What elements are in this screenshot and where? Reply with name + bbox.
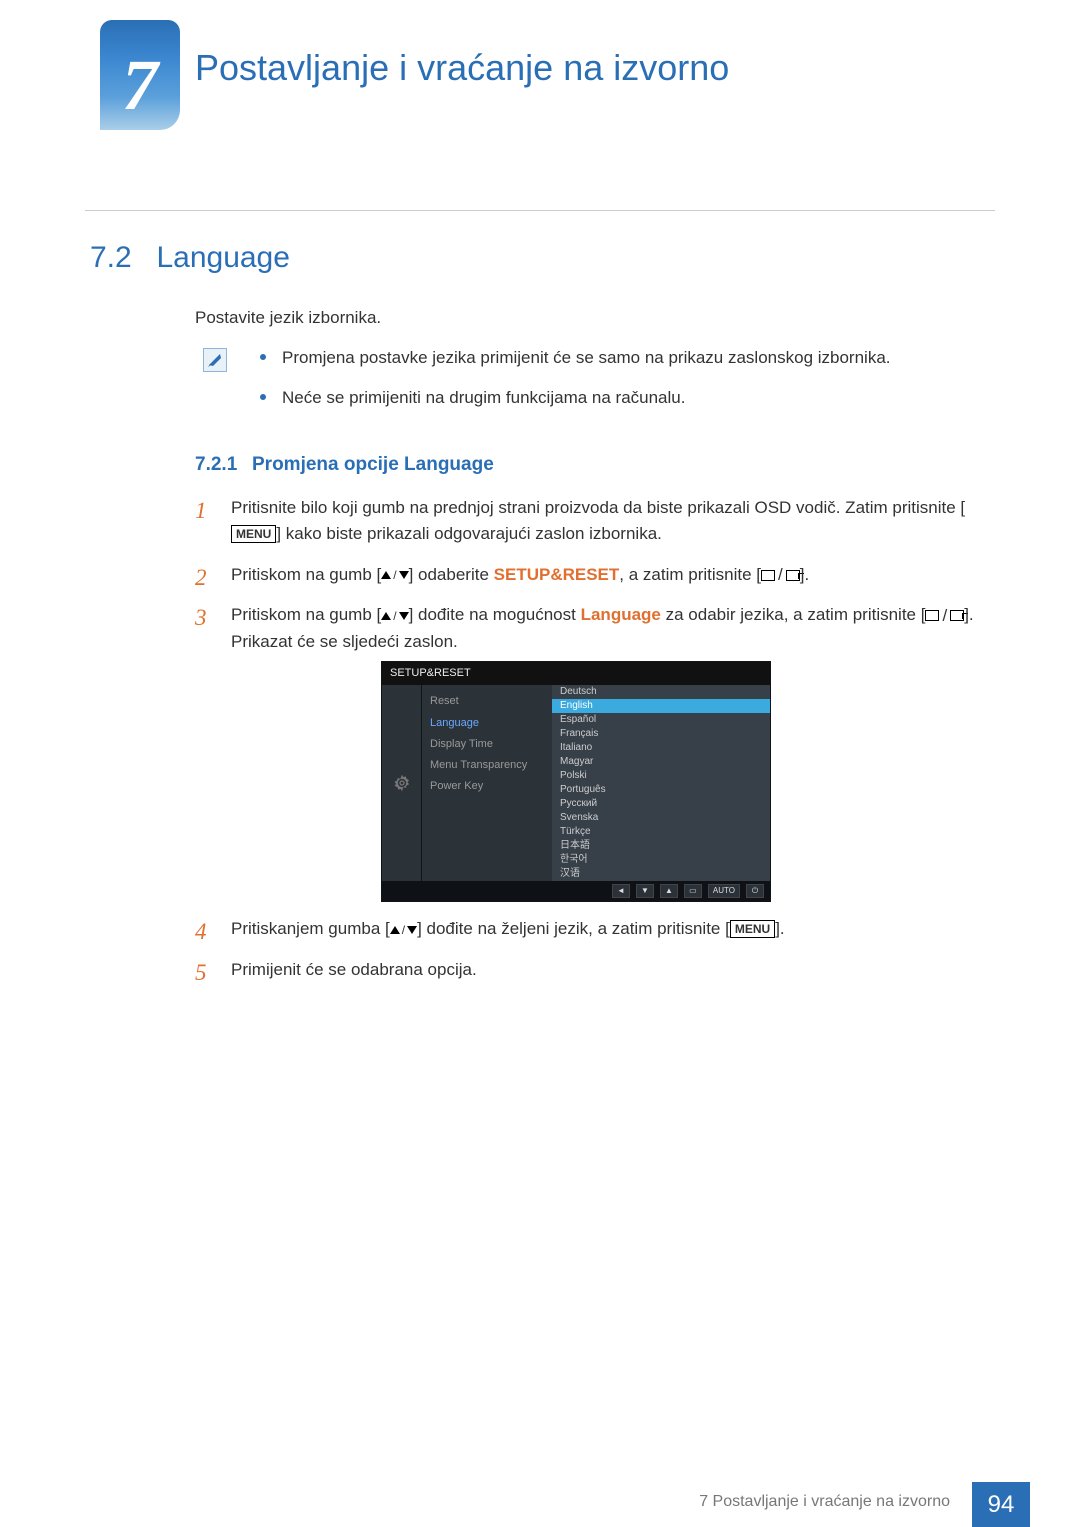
note-item: Promjena postavke jezika primijenit će s… — [260, 345, 990, 371]
osd-up-icon: ▲ — [660, 884, 678, 898]
osd-menu-item: Menu Transparency — [426, 755, 548, 776]
step-text: Pritiskom na gumb [ — [231, 605, 381, 624]
osd-enter-icon: ▭ — [684, 884, 702, 898]
section-title: Language — [156, 241, 289, 274]
step-4: 4 Pritiskanjem gumba [/] dođite na želje… — [195, 916, 990, 942]
source-enter-icon: / — [925, 603, 964, 629]
osd-down-icon: ▼ — [636, 884, 654, 898]
osd-footer: ◄ ▼ ▲ ▭ AUTO ⏻ — [382, 881, 770, 901]
step-number: 1 — [195, 493, 207, 529]
source-enter-icon: / — [761, 562, 800, 588]
step-text: ]. — [800, 565, 809, 584]
highlight: Language — [581, 605, 661, 624]
osd-language-item: Русский — [552, 797, 770, 811]
osd-language-item: Español — [552, 713, 770, 727]
step-text: Pritisnite bilo koji gumb na prednjoj st… — [231, 498, 965, 517]
step-number: 5 — [195, 955, 207, 991]
updown-icon: / — [381, 566, 408, 585]
step-number: 2 — [195, 560, 207, 596]
osd-language-item: 汉语 — [552, 867, 770, 881]
highlight: SETUP&RESET — [494, 565, 620, 584]
subsection-heading: 7.2.1 Promjena opcije Language — [195, 450, 494, 479]
updown-icon: / — [390, 921, 417, 940]
subsection-title: Promjena opcije Language — [252, 454, 494, 475]
step-1: 1 Pritisnite bilo koji gumb na prednjoj … — [195, 495, 990, 548]
step-3: 3 Pritiskom na gumb [/] dođite na mogućn… — [195, 602, 990, 902]
osd-power-icon: ⏻ — [746, 884, 764, 898]
osd-language-list: DeutschEnglishEspañolFrançaisItalianoMag… — [552, 685, 770, 881]
note-icon — [203, 348, 227, 372]
section-heading: 7.2 Language — [90, 235, 290, 282]
steps-list: 1 Pritisnite bilo koji gumb na prednjoj … — [195, 495, 990, 997]
osd-language-item: Français — [552, 727, 770, 741]
menu-button-label: MENU — [231, 525, 276, 543]
step-text: Primijenit će se odabrana opcija. — [231, 960, 477, 979]
page-footer: 7 Postavljanje i vraćanje na izvorno 94 — [0, 1482, 1080, 1527]
osd-language-item: English — [552, 699, 770, 713]
step-number: 4 — [195, 914, 207, 950]
step-text: Pritiskom na gumb [ — [231, 565, 381, 584]
intro-text: Postavite jezik izbornika. — [195, 305, 381, 331]
osd-language-item: Svenska — [552, 811, 770, 825]
note-list: Promjena postavke jezika primijenit će s… — [260, 345, 990, 426]
gear-icon — [382, 685, 422, 881]
osd-menu-item: Power Key — [426, 776, 548, 797]
osd-left-icon: ◄ — [612, 884, 630, 898]
osd-menu: Reset Language Display Time Menu Transpa… — [422, 685, 552, 881]
osd-language-item: Türkçe — [552, 825, 770, 839]
step-text: ] odaberite — [409, 565, 494, 584]
chapter-tab: 7 — [100, 20, 180, 130]
osd-screenshot: SETUP&RESET Reset Language — [381, 661, 771, 902]
osd-language-item: Português — [552, 783, 770, 797]
step-text: Pritiskanjem gumba [ — [231, 919, 390, 938]
chapter-title: Postavljanje i vraćanje na izvorno — [195, 40, 729, 96]
osd-menu-item: Display Time — [426, 734, 548, 755]
osd-language-item: 日本語 — [552, 839, 770, 853]
osd-language-item: 한국어 — [552, 853, 770, 867]
osd-language-item: Polski — [552, 769, 770, 783]
osd-language-item: Deutsch — [552, 685, 770, 699]
footer-text: 7 Postavljanje i vraćanje na izvorno — [699, 1490, 950, 1515]
step-text: ] kako biste prikazali odgovarajući zasl… — [276, 524, 662, 543]
subsection-number: 7.2.1 — [195, 454, 237, 475]
updown-icon: / — [381, 607, 408, 626]
step-text: , a zatim pritisnite [ — [619, 565, 761, 584]
step-5: 5 Primijenit će se odabrana opcija. — [195, 957, 990, 983]
osd-menu-item: Reset — [426, 691, 548, 712]
chapter-number: 7 — [122, 30, 158, 142]
osd-menu-item-selected: Language — [426, 713, 548, 734]
step-number: 3 — [195, 600, 207, 636]
step-2: 2 Pritiskom na gumb [/] odaberite SETUP&… — [195, 562, 990, 589]
osd-title: SETUP&RESET — [382, 662, 770, 685]
step-text: ]. — [775, 919, 784, 938]
osd-auto-label: AUTO — [708, 884, 740, 898]
note-item: Neće se primijeniti na drugim funkcijama… — [260, 385, 990, 411]
step-text: ] dođite na željeni jezik, a zatim priti… — [417, 919, 730, 938]
step-text: ] dođite na mogućnost — [409, 605, 581, 624]
osd-language-item: Italiano — [552, 741, 770, 755]
page-number: 94 — [972, 1482, 1030, 1527]
osd-language-item: Magyar — [552, 755, 770, 769]
step-text: za odabir jezika, a zatim pritisnite [ — [661, 605, 926, 624]
divider — [85, 210, 995, 211]
section-number: 7.2 — [90, 241, 132, 274]
menu-button-label: MENU — [730, 920, 775, 938]
